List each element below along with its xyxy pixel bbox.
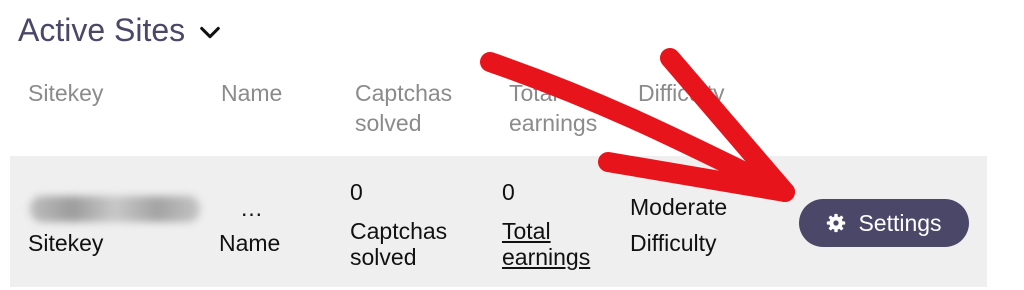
captchas-label: Captchas solved — [350, 218, 447, 270]
captchas-label-line1: Captchas — [350, 218, 448, 244]
difficulty-label: Difficulty — [630, 230, 717, 256]
captchas-value: 0 — [350, 179, 363, 205]
earnings-link-line2: earnings — [502, 244, 591, 270]
header-difficulty: Difficulty — [638, 80, 725, 106]
settings-button[interactable]: Settings — [799, 199, 969, 247]
header-captchas-line1: Captchas — [355, 80, 453, 106]
header-sitekey: Sitekey — [28, 80, 104, 106]
sitekey-value-redacted — [30, 196, 200, 222]
header-captchas: Captchas solved — [355, 78, 452, 138]
gear-icon — [827, 213, 846, 233]
name-value: … — [240, 195, 263, 221]
name-label: Name — [219, 230, 281, 256]
header-name: Name — [221, 80, 283, 106]
section-title-toggle[interactable]: Active Sites — [18, 12, 221, 49]
header-earnings: Total earnings — [509, 78, 597, 138]
captchas-label-line2: solved — [350, 244, 417, 270]
header-captchas-line2: solved — [355, 110, 422, 136]
earnings-link-line1: Total — [502, 218, 551, 244]
difficulty-value: Moderate — [630, 194, 728, 220]
section-title: Active Sites — [18, 12, 186, 48]
earnings-value: 0 — [502, 179, 515, 205]
sitekey-label: Sitekey — [28, 230, 104, 256]
chevron-down-icon — [200, 26, 220, 38]
header-earnings-line2: earnings — [509, 110, 598, 136]
earnings-link[interactable]: Total earnings — [502, 218, 590, 270]
header-earnings-line1: Total — [509, 80, 558, 106]
settings-button-label: Settings — [858, 209, 942, 236]
